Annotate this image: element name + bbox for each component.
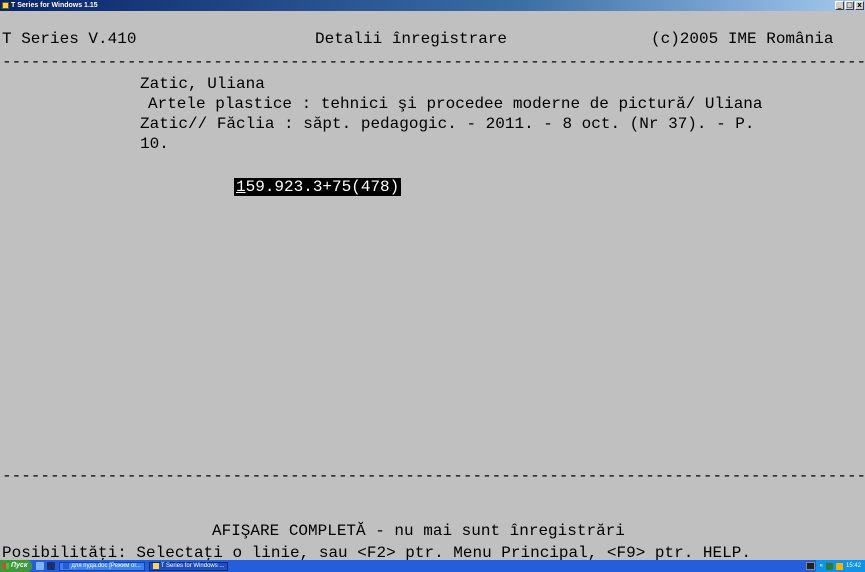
taskbar-item-label: T Series for Windows ...: [160, 562, 225, 569]
system-tray: « 15:42: [815, 560, 865, 572]
desktop-icon[interactable]: [47, 562, 56, 570]
text-cursor: 1: [236, 178, 246, 196]
start-label: Пуск: [11, 562, 28, 569]
start-button[interactable]: Пуск: [0, 560, 33, 572]
record-line-3[interactable]: 10.: [140, 135, 169, 153]
taskbar-item-tseries[interactable]: T Series for Windows ...: [148, 561, 229, 571]
keyboard-layout-icon[interactable]: [806, 562, 815, 570]
record-author[interactable]: Zatic, Uliana: [140, 75, 265, 93]
minimize-button[interactable]: _: [835, 1, 844, 10]
window-title-bar[interactable]: T Series for Windows 1.15 _ □ x: [0, 0, 865, 11]
quick-launch: [36, 562, 56, 570]
header-separator: ----------------------------------------…: [2, 53, 865, 71]
windows-flag-icon: [3, 563, 9, 569]
screen-title: Detalii înregistrare: [315, 30, 508, 48]
record-line-1[interactable]: Artele plastice : tehnici şi procedee mo…: [148, 95, 763, 113]
network-icon[interactable]: [825, 562, 833, 570]
tray-expand-chevron[interactable]: «: [820, 560, 823, 572]
app-version: T Series V.410: [2, 30, 137, 48]
taskbar: Пуск для пуда.doc [Режим ог... T Series …: [0, 560, 865, 572]
tseries-app-icon: [152, 563, 159, 569]
taskbar-item-label: для пуда.doc [Режим ог...: [71, 562, 141, 569]
footer-separator: ----------------------------------------…: [2, 467, 865, 485]
browser-icon[interactable]: [36, 562, 45, 570]
record-line-2[interactable]: Zatic// Făclia : săpt. pedagogic. - 2011…: [140, 115, 755, 133]
clock[interactable]: 15:42: [846, 560, 861, 572]
classification-code-field[interactable]: 159.923.3+75(478): [234, 178, 402, 196]
copyright: (c)2005 IME România: [651, 30, 834, 48]
maximize-button[interactable]: □: [845, 1, 854, 10]
taskbar-item-word[interactable]: для пуда.doc [Режим ог...: [59, 561, 145, 571]
status-message: AFIŞARE COMPLETĂ - nu mai sunt înregistr…: [212, 522, 625, 540]
word-doc-icon: [63, 563, 70, 569]
terminal-screen[interactable]: T Series V.410 Detalii înregistrare (c)2…: [0, 11, 865, 562]
app-icon: [2, 2, 9, 9]
security-icon[interactable]: [835, 562, 843, 570]
window-title: T Series for Windows 1.15: [11, 2, 98, 9]
window-controls: _ □ x: [835, 1, 864, 10]
classification-code: 59.923.3+75(478): [245, 178, 400, 196]
close-button[interactable]: x: [855, 1, 864, 10]
